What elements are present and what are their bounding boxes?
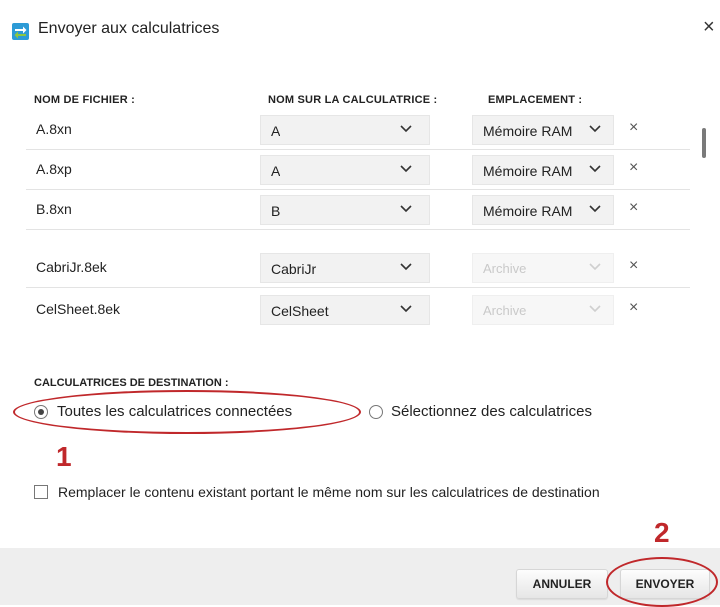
calc-name-select[interactable]: CelSheet <box>260 295 430 325</box>
chevron-down-icon <box>589 125 601 133</box>
location-select-disabled: Archive <box>472 253 614 283</box>
chevron-down-icon <box>589 165 601 173</box>
location-value: Mémoire RAM <box>483 163 573 179</box>
location-value: Archive <box>483 261 527 276</box>
dialog-titlebar: Envoyer aux calculatrices × <box>0 0 720 60</box>
radio-select-calculators-label[interactable]: Sélectionnez des calculatrices <box>391 403 592 420</box>
chevron-down-icon <box>589 305 601 313</box>
dialog-title: Envoyer aux calculatrices <box>38 20 220 37</box>
chevron-down-icon <box>400 205 412 213</box>
cancel-button[interactable]: ANNULER <box>516 569 608 599</box>
replace-checkbox[interactable] <box>34 485 48 499</box>
table-row: CelSheet.8ek CelSheet Archive × <box>26 290 690 330</box>
remove-row-icon[interactable]: × <box>629 257 638 275</box>
calc-name-value: A <box>271 123 281 139</box>
table-scrollbar[interactable] <box>702 128 706 158</box>
location-select[interactable]: Mémoire RAM <box>472 115 614 145</box>
file-name: A.8xp <box>36 161 72 177</box>
location-select-disabled: Archive <box>472 295 614 325</box>
location-select[interactable]: Mémoire RAM <box>472 195 614 225</box>
row-divider <box>26 287 690 288</box>
chevron-down-icon <box>400 305 412 313</box>
remove-row-icon[interactable]: × <box>629 119 638 137</box>
column-header-location: EMPLACEMENT : <box>488 94 583 106</box>
chevron-down-icon <box>589 205 601 213</box>
file-name: A.8xn <box>36 121 72 137</box>
chevron-down-icon <box>400 125 412 133</box>
calc-name-select[interactable]: B <box>260 195 430 225</box>
table-row: A.8xn A Mémoire RAM × <box>26 110 690 150</box>
file-name: B.8xn <box>36 201 72 217</box>
file-name: CelSheet.8ek <box>36 301 121 317</box>
annotation-ellipse-2 <box>606 557 718 607</box>
row-divider <box>26 229 690 230</box>
column-header-calc-name: NOM SUR LA CALCULATRICE : <box>268 94 438 106</box>
send-to-calculator-icon <box>12 23 29 40</box>
location-value: Mémoire RAM <box>483 203 573 219</box>
location-value: Mémoire RAM <box>483 123 573 139</box>
remove-row-icon[interactable]: × <box>629 199 638 217</box>
calc-name-select[interactable]: A <box>260 155 430 185</box>
calc-name-value: A <box>271 163 281 179</box>
table-row: B.8xn B Mémoire RAM × <box>26 190 690 230</box>
remove-row-icon[interactable]: × <box>629 299 638 317</box>
chevron-down-icon <box>400 165 412 173</box>
remove-row-icon[interactable]: × <box>629 159 638 177</box>
table-row: CabriJr.8ek CabriJr Archive × <box>26 248 690 288</box>
location-value: Archive <box>483 303 527 318</box>
column-header-filename: NOM DE FICHIER : <box>34 94 135 106</box>
chevron-down-icon <box>589 263 601 271</box>
location-select[interactable]: Mémoire RAM <box>472 155 614 185</box>
calc-name-select[interactable]: CabriJr <box>260 253 430 283</box>
destination-section-label: CALCULATRICES DE DESTINATION : <box>34 377 229 389</box>
close-icon[interactable]: × <box>703 17 715 37</box>
calc-name-select[interactable]: A <box>260 115 430 145</box>
file-name: CabriJr.8ek <box>36 259 107 275</box>
annotation-number-2: 2 <box>654 517 670 548</box>
calc-name-value: CelSheet <box>271 303 329 319</box>
calc-name-value: B <box>271 203 281 219</box>
replace-checkbox-label[interactable]: Remplacer le contenu existant portant le… <box>58 484 600 500</box>
annotation-number-1: 1 <box>56 441 72 472</box>
chevron-down-icon <box>400 263 412 271</box>
radio-select-calculators[interactable] <box>369 405 383 419</box>
table-row: A.8xp A Mémoire RAM × <box>26 150 690 190</box>
annotation-ellipse-1 <box>13 390 361 434</box>
calc-name-value: CabriJr <box>271 261 317 277</box>
